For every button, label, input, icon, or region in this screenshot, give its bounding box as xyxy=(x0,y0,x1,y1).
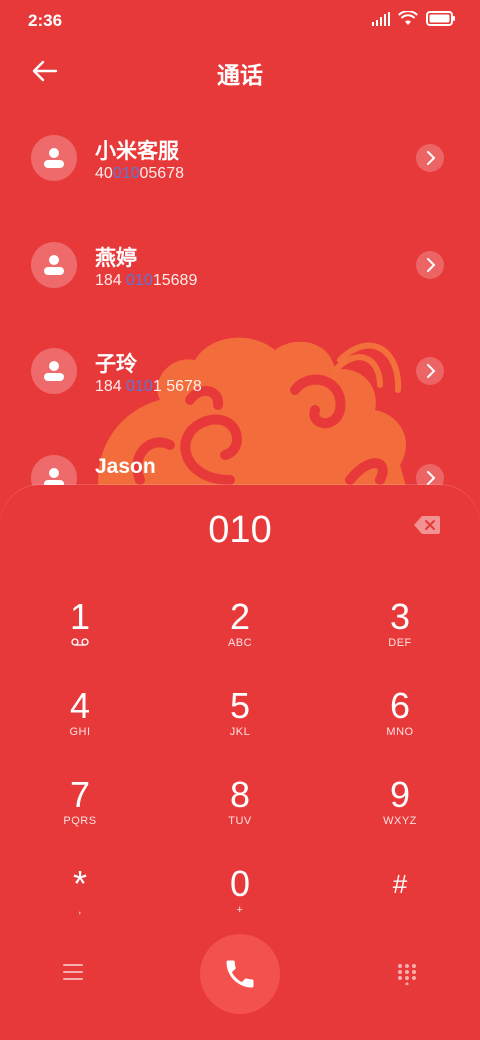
call-button[interactable] xyxy=(200,934,280,1014)
backspace-icon xyxy=(414,516,440,534)
list-item[interactable]: 小米客服 4001005678 xyxy=(0,105,480,205)
key-star[interactable]: *, xyxy=(0,864,160,944)
contact-number: 184 01015689 xyxy=(95,272,198,289)
key-3[interactable]: 3 DEF xyxy=(320,597,480,677)
status-time: 2:36 xyxy=(28,11,63,30)
list-item[interactable]: 子玲 184 0101 5678 xyxy=(0,318,480,418)
keypad-icon xyxy=(398,964,416,986)
status-icons xyxy=(372,11,456,26)
header: 通话 xyxy=(0,48,480,92)
voicemail-icon xyxy=(71,638,89,646)
menu-button[interactable] xyxy=(62,963,84,981)
key-2[interactable]: 2 ABC xyxy=(160,597,320,677)
chevron-right-icon xyxy=(427,258,436,272)
contact-name: Jason xyxy=(95,455,156,478)
key-0[interactable]: 0 + xyxy=(160,864,320,944)
key-hash[interactable]: # xyxy=(320,864,480,944)
avatar xyxy=(31,242,77,288)
menu-icon xyxy=(63,964,83,980)
chevron-right-icon xyxy=(427,471,436,485)
person-icon xyxy=(44,255,64,275)
contact-detail-button[interactable] xyxy=(416,251,444,279)
keypad-toggle-button[interactable] xyxy=(396,963,418,986)
contact-name: 小米客服 xyxy=(95,140,179,163)
chevron-right-icon xyxy=(427,364,436,378)
key-5[interactable]: 5 JKL xyxy=(160,686,320,766)
key-4[interactable]: 4 GHI xyxy=(0,686,160,766)
avatar xyxy=(31,135,77,181)
page-title: 通话 xyxy=(217,62,263,88)
status-bar: 2:36 xyxy=(0,0,480,40)
dialpad-panel: 010 1 2 ABC 3 DEF 4 GHI 5 JKL 6 MNO 7 PQRS 8T xyxy=(0,485,480,1040)
key-8[interactable]: 8 TUV xyxy=(160,775,320,855)
person-icon xyxy=(44,148,64,168)
key-1[interactable]: 1 xyxy=(0,597,160,677)
contact-detail-button[interactable] xyxy=(416,357,444,385)
chevron-right-icon xyxy=(427,151,436,165)
key-9[interactable]: 9 WXYZ xyxy=(320,775,480,855)
contact-number: 4001005678 xyxy=(95,165,184,182)
battery-icon xyxy=(426,11,455,26)
wifi-icon xyxy=(398,11,418,25)
contact-name: 燕婷 xyxy=(95,247,137,270)
backspace-button[interactable] xyxy=(414,515,440,535)
dialed-number: 010 xyxy=(208,509,272,551)
phone-icon xyxy=(226,960,254,988)
contact-name: 子玲 xyxy=(95,353,137,376)
avatar xyxy=(31,348,77,394)
contact-number: 184 0101 5678 xyxy=(95,378,202,395)
list-item[interactable]: 燕婷 184 01015689 xyxy=(0,212,480,312)
person-icon xyxy=(44,361,64,381)
key-6[interactable]: 6 MNO xyxy=(320,686,480,766)
key-7[interactable]: 7 PQRS xyxy=(0,775,160,855)
signal-icon xyxy=(372,11,390,26)
contact-detail-button[interactable] xyxy=(416,144,444,172)
